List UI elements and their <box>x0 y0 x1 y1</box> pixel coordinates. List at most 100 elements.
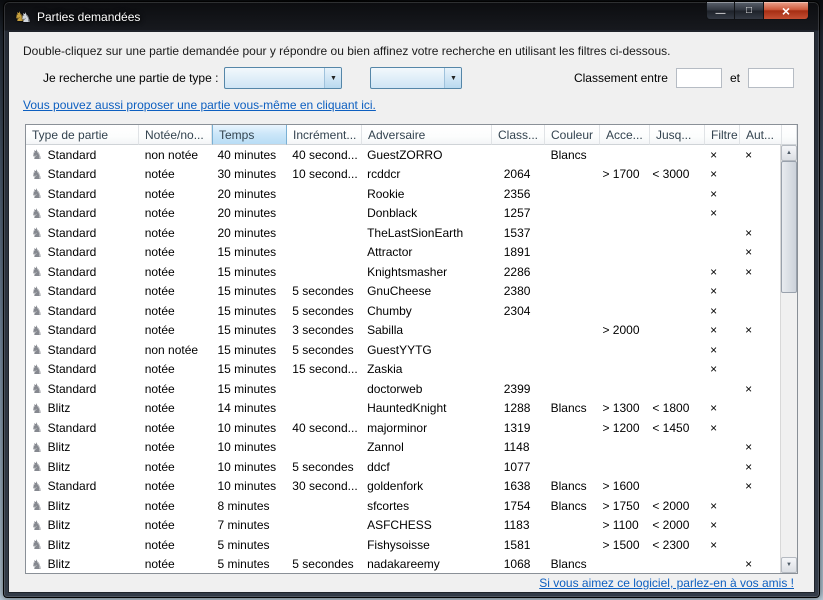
cell-opponent[interactable]: Rookie <box>361 187 491 201</box>
cell-time[interactable]: 15 minutes <box>211 343 286 357</box>
cell-game-type[interactable]: ♞ Standard <box>26 148 139 162</box>
cell-game-type[interactable]: ♞ Standard <box>26 245 139 259</box>
cell-rated[interactable]: notée <box>139 206 212 220</box>
cell-increment[interactable]: 40 second... <box>286 148 361 162</box>
cell-time[interactable]: 5 minutes <box>211 538 286 552</box>
cell-opponent[interactable]: sfcortes <box>361 499 491 513</box>
cell-increment[interactable]: 40 second... <box>286 421 361 435</box>
cell-game-type[interactable]: ♞ Standard <box>26 187 139 201</box>
column-header-rating[interactable]: Class... <box>492 125 545 145</box>
cell-auto[interactable]: × <box>738 226 780 240</box>
cell-rating[interactable]: 2356 <box>491 187 544 201</box>
scroll-up-button[interactable]: ▲ <box>781 145 797 161</box>
table-row[interactable]: ♞ Standard notée 10 minutes 30 second...… <box>26 477 780 497</box>
close-button[interactable]: × <box>763 2 809 20</box>
cell-increment[interactable]: 3 secondes <box>286 323 361 337</box>
cell-rated[interactable]: notée <box>139 382 212 396</box>
cell-time[interactable]: 5 minutes <box>211 557 286 571</box>
cell-game-type[interactable]: ♞ Standard <box>26 265 139 279</box>
table-row[interactable]: ♞ Standard notée 15 minutes 5 secondes G… <box>26 282 780 302</box>
cell-rated[interactable]: notée <box>139 421 212 435</box>
cell-rated[interactable]: notée <box>139 401 212 415</box>
cell-filter[interactable]: × <box>703 304 738 318</box>
cell-increment[interactable]: 5 secondes <box>286 304 361 318</box>
cell-rating-min[interactable]: > 1200 <box>598 421 648 435</box>
cell-opponent[interactable]: majorminor <box>361 421 491 435</box>
cell-auto[interactable]: × <box>738 323 780 337</box>
table-row[interactable]: ♞ Standard notée 10 minutes 40 second...… <box>26 418 780 438</box>
cell-rated[interactable]: notée <box>139 557 212 571</box>
window-titlebar[interactable]: ♞ ♞ Parties demandées <box>4 2 819 31</box>
cell-rating[interactable]: 1183 <box>491 518 544 532</box>
column-header-auto[interactable]: Aut... <box>740 125 782 145</box>
cell-filter[interactable]: × <box>703 343 738 357</box>
table-row[interactable]: ♞ Standard notée 20 minutes Rookie 2356 … <box>26 184 780 204</box>
cell-opponent[interactable]: Attractor <box>361 245 491 259</box>
cell-rated[interactable]: notée <box>139 518 212 532</box>
cell-auto[interactable]: × <box>738 479 780 493</box>
cell-time[interactable]: 15 minutes <box>211 382 286 396</box>
cell-rating-max[interactable]: < 3000 <box>648 167 703 181</box>
cell-auto[interactable]: × <box>738 265 780 279</box>
maximize-button[interactable]: □ <box>735 2 763 20</box>
minimize-button[interactable]: — <box>706 2 735 20</box>
table-row[interactable]: ♞ Standard notée 15 minutes Attractor 18… <box>26 243 780 263</box>
cell-time[interactable]: 15 minutes <box>211 245 286 259</box>
rating-max-input[interactable] <box>748 68 794 88</box>
cell-rating-min[interactable]: > 1300 <box>598 401 648 415</box>
cell-game-type[interactable]: ♞ Blitz <box>26 557 139 571</box>
cell-rated[interactable]: notée <box>139 460 212 474</box>
cell-rated[interactable]: notée <box>139 479 212 493</box>
cell-opponent[interactable]: GnuCheese <box>361 284 491 298</box>
cell-rated[interactable]: notée <box>139 304 212 318</box>
column-header-increment[interactable]: Incrément... <box>287 125 362 145</box>
cell-rating[interactable]: 1288 <box>491 401 544 415</box>
cell-rating-min[interactable]: > 1750 <box>598 499 648 513</box>
cell-opponent[interactable]: Donblack <box>361 206 491 220</box>
cell-rating-max[interactable]: < 2000 <box>648 518 703 532</box>
cell-game-type[interactable]: ♞ Blitz <box>26 440 139 454</box>
cell-rating[interactable]: 1068 <box>491 557 544 571</box>
cell-filter[interactable]: × <box>703 284 738 298</box>
vertical-scrollbar[interactable]: ▲ ▼ <box>780 145 797 573</box>
cell-game-type[interactable]: ♞ Blitz <box>26 538 139 552</box>
cell-rating-min[interactable]: > 1500 <box>598 538 648 552</box>
cell-rated[interactable]: notée <box>139 284 212 298</box>
cell-time[interactable]: 10 minutes <box>211 421 286 435</box>
cell-game-type[interactable]: ♞ Blitz <box>26 499 139 513</box>
cell-time[interactable]: 10 minutes <box>211 440 286 454</box>
cell-time[interactable]: 30 minutes <box>211 167 286 181</box>
cell-increment[interactable]: 30 second... <box>286 479 361 493</box>
cell-game-type[interactable]: ♞ Standard <box>26 206 139 220</box>
share-with-friends-link[interactable]: Si vous aimez ce logiciel, parlez-en à v… <box>539 576 794 590</box>
cell-auto[interactable]: × <box>738 440 780 454</box>
cell-time[interactable]: 10 minutes <box>211 479 286 493</box>
cell-color[interactable]: Blancs <box>544 148 599 162</box>
cell-rated[interactable]: notée <box>139 167 212 181</box>
cell-filter[interactable]: × <box>703 167 738 181</box>
cell-game-type[interactable]: ♞ Blitz <box>26 518 139 532</box>
table-row[interactable]: ♞ Blitz notée 10 minutes 5 secondes ddcf… <box>26 457 780 477</box>
scroll-down-button[interactable]: ▼ <box>781 557 797 573</box>
cell-rating-min[interactable]: > 2000 <box>598 323 648 337</box>
cell-rating-min[interactable]: > 1700 <box>598 167 648 181</box>
column-header-max[interactable]: Jusq... <box>650 125 705 145</box>
cell-filter[interactable]: × <box>703 323 738 337</box>
cell-color[interactable]: Blancs <box>544 499 599 513</box>
cell-rating-min[interactable]: > 1100 <box>598 518 648 532</box>
table-row[interactable]: ♞ Standard notée 15 minutes doctorweb 23… <box>26 379 780 399</box>
scrollbar-track[interactable] <box>781 161 797 557</box>
scrollbar-thumb[interactable] <box>781 161 797 293</box>
cell-increment[interactable]: 10 second... <box>286 167 361 181</box>
cell-game-type[interactable]: ♞ Standard <box>26 343 139 357</box>
cell-opponent[interactable]: Knightsmasher <box>361 265 491 279</box>
cell-rated[interactable]: notée <box>139 265 212 279</box>
cell-opponent[interactable]: GuestZORRO <box>361 148 491 162</box>
column-header-time[interactable]: Temps <box>212 125 287 145</box>
cell-rating-max[interactable]: < 1800 <box>648 401 703 415</box>
cell-time[interactable]: 20 minutes <box>211 226 286 240</box>
table-row[interactable]: ♞ Blitz notée 5 minutes 5 secondes nadak… <box>26 555 780 574</box>
cell-auto[interactable]: × <box>738 460 780 474</box>
cell-game-type[interactable]: ♞ Standard <box>26 323 139 337</box>
cell-rated[interactable]: notée <box>139 440 212 454</box>
